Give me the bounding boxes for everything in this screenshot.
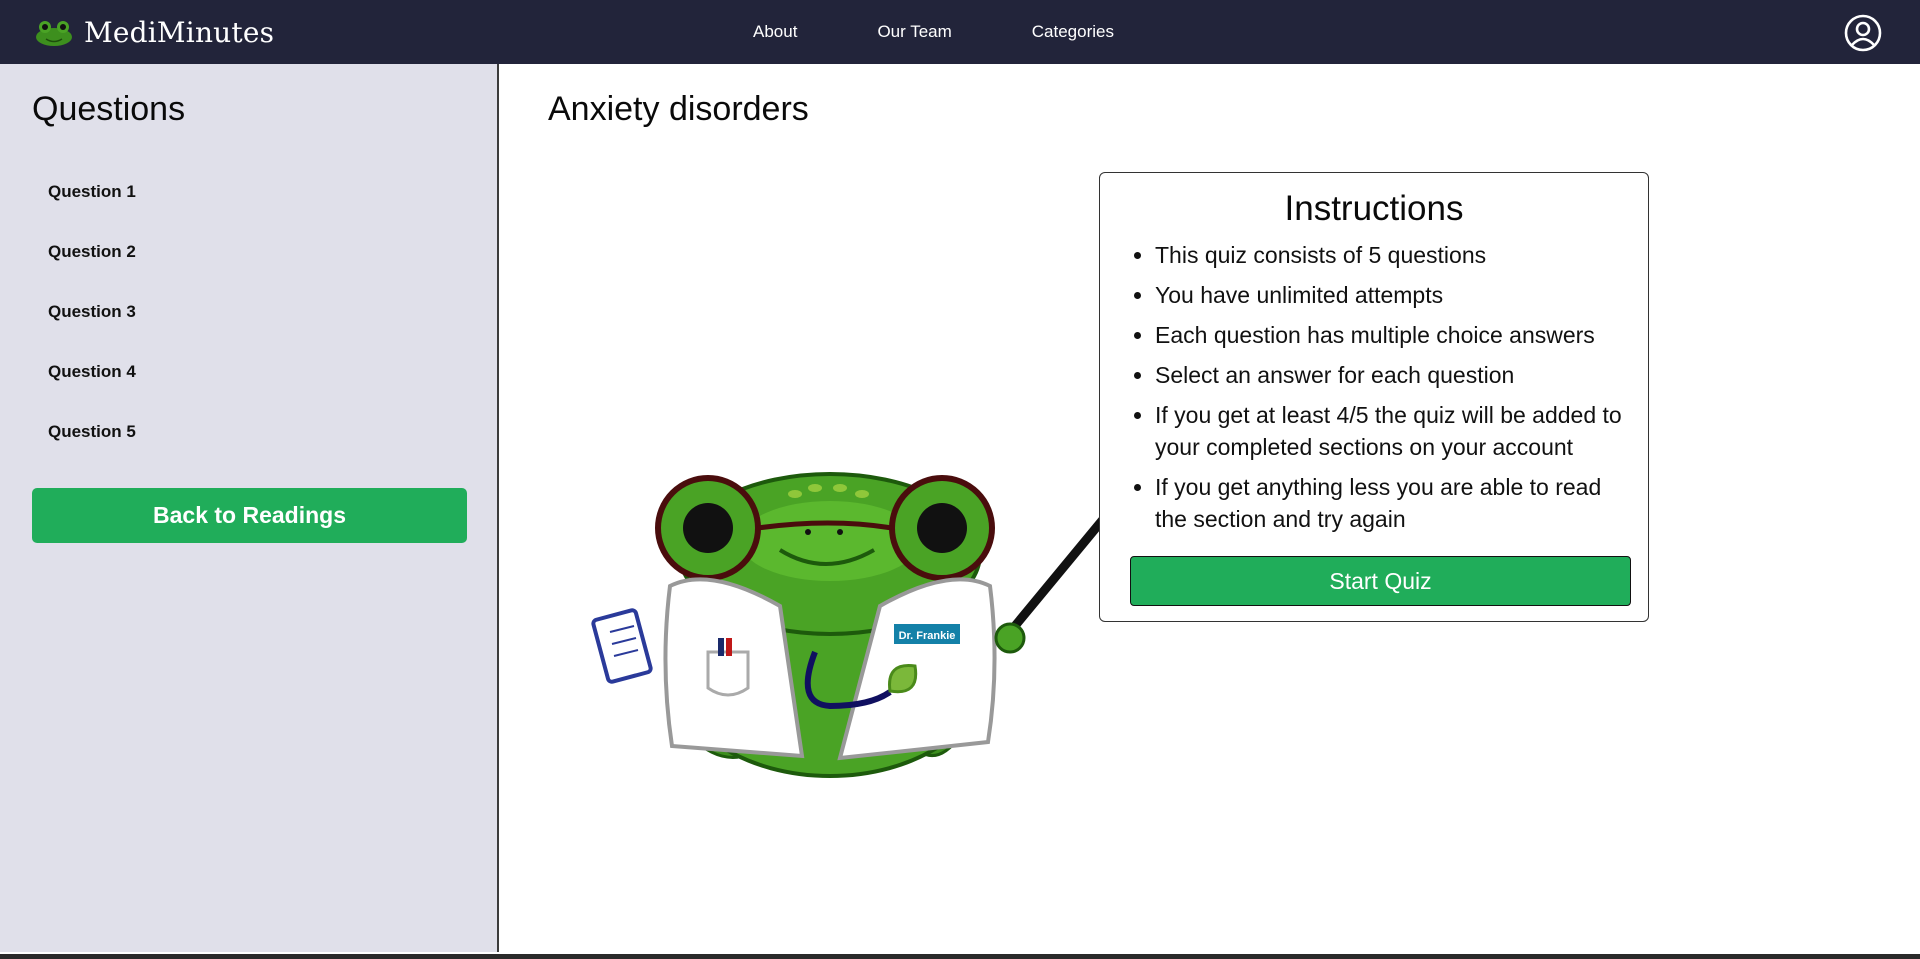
nav-link-our-team[interactable]: Our Team <box>877 22 951 42</box>
instruction-item: If you get at least 4/5 the quiz will be… <box>1155 399 1636 463</box>
frog-doctor-illustration: Dr. Frankie <box>591 472 1129 778</box>
instruction-item: Each question has multiple choice answer… <box>1155 319 1636 351</box>
brand-name: MediMinutes <box>84 15 275 49</box>
frog-logo-icon <box>36 21 72 46</box>
top-navbar: MediMinutes About Our Team Categories <box>0 0 1920 64</box>
question-item-5[interactable]: Question 5 <box>48 422 136 482</box>
main-nav: About Our Team Categories <box>753 0 1114 64</box>
brand-home-link[interactable]: MediMinutes <box>32 12 274 52</box>
start-quiz-button[interactable]: Start Quiz <box>1130 556 1631 606</box>
question-item-4[interactable]: Question 4 <box>48 362 136 422</box>
question-list: Question 1 Question 2 Question 3 Questio… <box>48 182 136 482</box>
instructions-list: This quiz consists of 5 questions You ha… <box>1100 239 1648 535</box>
instruction-item: This quiz consists of 5 questions <box>1155 239 1636 271</box>
bottom-border <box>0 954 1920 959</box>
user-circle-icon[interactable] <box>1844 14 1882 52</box>
nav-link-about[interactable]: About <box>753 22 797 42</box>
back-to-readings-button[interactable]: Back to Readings <box>32 488 467 543</box>
page-title: Anxiety disorders <box>548 90 809 128</box>
questions-sidebar: Questions Question 1 Question 2 Question… <box>0 64 499 952</box>
question-item-1[interactable]: Question 1 <box>48 182 136 242</box>
instruction-item: If you get anything less you are able to… <box>1155 471 1636 535</box>
instruction-item: You have unlimited attempts <box>1155 279 1636 311</box>
instruction-item: Select an answer for each question <box>1155 359 1636 391</box>
question-item-2[interactable]: Question 2 <box>48 242 136 302</box>
question-item-3[interactable]: Question 3 <box>48 302 136 362</box>
name-badge: Dr. Frankie <box>899 630 956 642</box>
instructions-card: Instructions This quiz consists of 5 que… <box>1099 172 1649 622</box>
instructions-title: Instructions <box>1284 189 1464 228</box>
sidebar-title: Questions <box>32 90 186 128</box>
nav-link-categories[interactable]: Categories <box>1032 22 1114 42</box>
